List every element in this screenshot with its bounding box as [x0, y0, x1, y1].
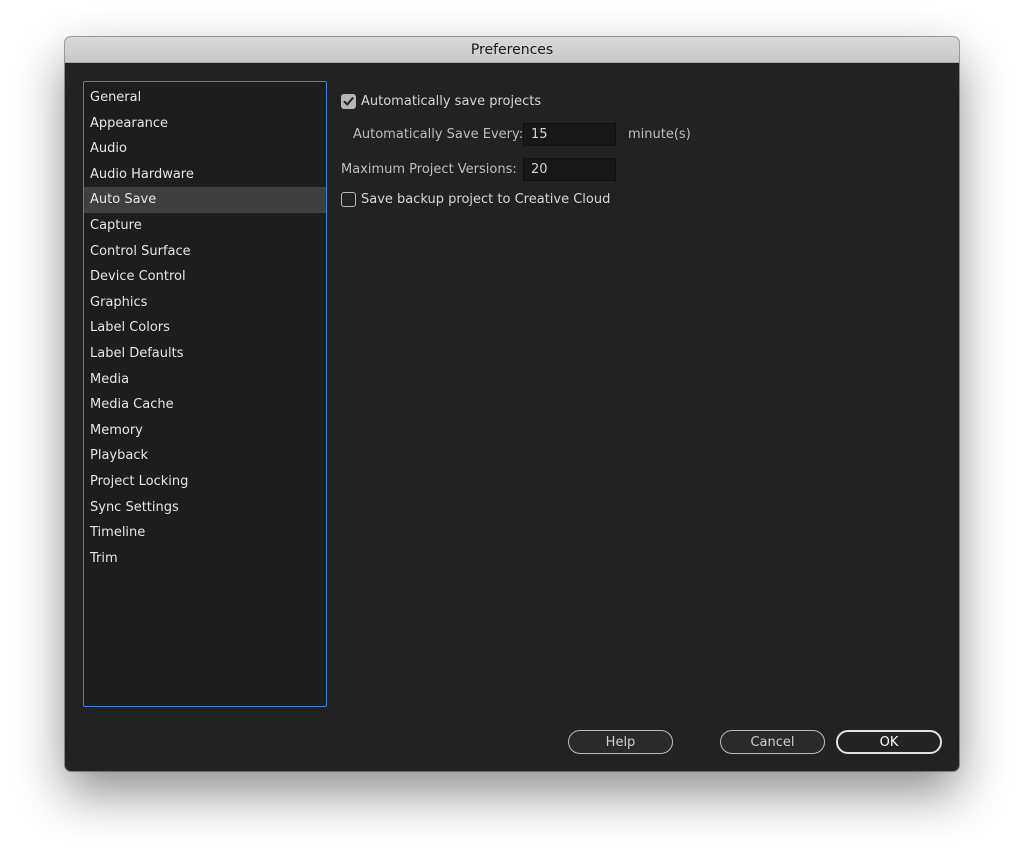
sidebar-item-timeline[interactable]: Timeline [84, 520, 326, 546]
backup-cloud-row: Save backup project to Creative Cloud [341, 192, 610, 207]
sidebar-item-device-control[interactable]: Device Control [84, 264, 326, 290]
sidebar-item-media[interactable]: Media [84, 367, 326, 393]
backup-cloud-checkbox[interactable] [341, 192, 356, 207]
help-button[interactable]: Help [568, 730, 673, 754]
save-every-unit-label: minute(s) [628, 127, 691, 142]
sidebar-item-appearance[interactable]: Appearance [84, 111, 326, 137]
sidebar-item-label-defaults[interactable]: Label Defaults [84, 341, 326, 367]
sidebar-item-sync-settings[interactable]: Sync Settings [84, 495, 326, 521]
sidebar-item-playback[interactable]: Playback [84, 443, 326, 469]
sidebar-item-graphics[interactable]: Graphics [84, 290, 326, 316]
auto-save-projects-label[interactable]: Automatically save projects [361, 94, 541, 109]
save-every-input[interactable]: 15 [523, 123, 616, 146]
sidebar-item-media-cache[interactable]: Media Cache [84, 392, 326, 418]
ok-button[interactable]: OK [836, 730, 942, 754]
save-every-label: Automatically Save Every: [353, 127, 524, 142]
max-versions-label: Maximum Project Versions: [341, 162, 517, 177]
max-versions-input[interactable]: 20 [523, 158, 616, 181]
sidebar-item-capture[interactable]: Capture [84, 213, 326, 239]
backup-cloud-label[interactable]: Save backup project to Creative Cloud [361, 192, 610, 207]
window-title: Preferences [470, 41, 554, 58]
save-every-row: Automatically Save Every: 15 minute(s) [353, 123, 691, 146]
sidebar-item-audio[interactable]: Audio [84, 136, 326, 162]
checkmark-icon [343, 97, 354, 106]
sidebar-item-label-colors[interactable]: Label Colors [84, 315, 326, 341]
auto-save-projects-row: Automatically save projects [341, 94, 541, 109]
sidebar-item-auto-save[interactable]: Auto Save [84, 187, 326, 213]
title-bar[interactable]: Preferences [65, 37, 959, 63]
sidebar-item-audio-hardware[interactable]: Audio Hardware [84, 162, 326, 188]
sidebar-item-control-surface[interactable]: Control Surface [84, 239, 326, 265]
cancel-button[interactable]: Cancel [720, 730, 825, 754]
preferences-window: Preferences General Appearance Audio Aud… [65, 37, 959, 771]
sidebar-item-general[interactable]: General [84, 85, 326, 111]
sidebar-item-memory[interactable]: Memory [84, 418, 326, 444]
auto-save-projects-checkbox[interactable] [341, 94, 356, 109]
sidebar-item-trim[interactable]: Trim [84, 546, 326, 572]
max-versions-row: Maximum Project Versions: 20 [341, 158, 616, 181]
sidebar-item-project-locking[interactable]: Project Locking [84, 469, 326, 495]
preferences-category-list[interactable]: General Appearance Audio Audio Hardware … [83, 81, 327, 707]
